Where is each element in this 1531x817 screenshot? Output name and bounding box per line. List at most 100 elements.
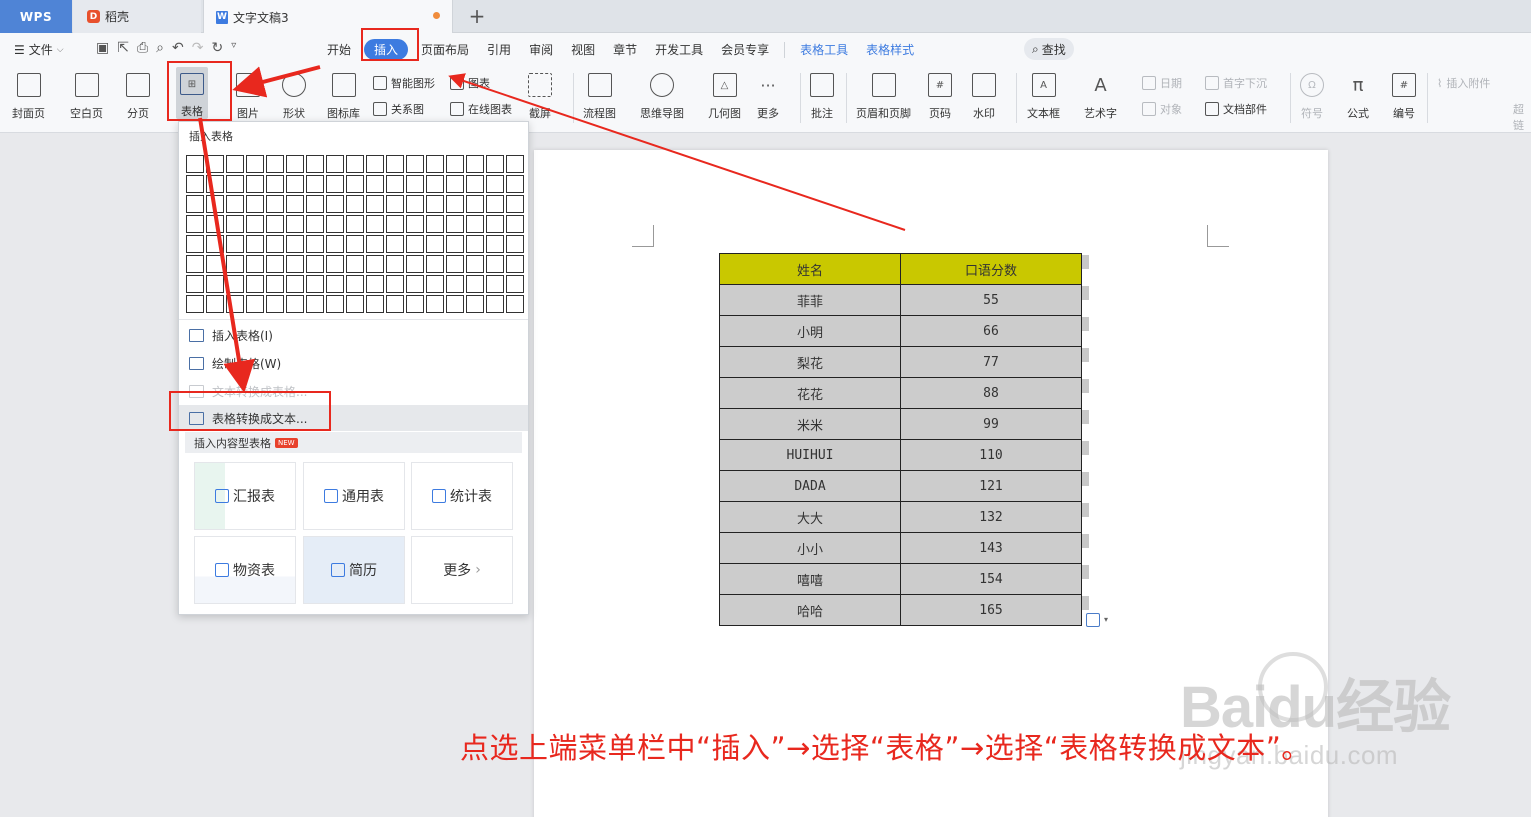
- grid-cell[interactable]: [406, 175, 424, 193]
- grid-cell[interactable]: [406, 155, 424, 173]
- file-menu[interactable]: ☰ 文件 ⌵: [14, 41, 64, 58]
- grid-cell[interactable]: [386, 155, 404, 173]
- grid-cell[interactable]: [506, 215, 524, 233]
- grid-cell[interactable]: [326, 195, 344, 213]
- blank-page-button[interactable]: 空白页: [70, 69, 103, 121]
- grid-cell[interactable]: [286, 215, 304, 233]
- grid-cell[interactable]: [466, 275, 484, 293]
- formula-button[interactable]: π 公式: [1346, 69, 1370, 121]
- grid-cell[interactable]: [366, 295, 384, 313]
- grid-cell[interactable]: [186, 255, 204, 273]
- grid-cell[interactable]: [226, 195, 244, 213]
- new-tab-button[interactable]: +: [464, 3, 490, 29]
- grid-cell[interactable]: [286, 255, 304, 273]
- paste-options-icon[interactable]: [1086, 613, 1100, 627]
- table-cell[interactable]: 110: [900, 439, 1082, 471]
- page-break-button[interactable]: 分页: [126, 69, 150, 121]
- grid-cell[interactable]: [346, 295, 364, 313]
- grid-cell[interactable]: [506, 155, 524, 173]
- print-icon[interactable]: ⎙: [137, 40, 148, 56]
- online-chart-button[interactable]: 在线图表: [450, 101, 512, 117]
- grid-cell[interactable]: [286, 155, 304, 173]
- grid-cell[interactable]: [466, 175, 484, 193]
- grid-cell[interactable]: [246, 195, 264, 213]
- table-cell[interactable]: 大大: [719, 501, 901, 533]
- grid-cell[interactable]: [306, 295, 324, 313]
- grid-cell[interactable]: [186, 235, 204, 253]
- grid-cell[interactable]: [486, 215, 504, 233]
- draw-table-item[interactable]: 绘制表格(W): [187, 350, 527, 376]
- save-icon[interactable]: ▣: [96, 40, 109, 56]
- grid-cell[interactable]: [366, 275, 384, 293]
- grid-cell[interactable]: [426, 155, 444, 173]
- grid-cell[interactable]: [346, 235, 364, 253]
- grid-cell[interactable]: [346, 255, 364, 273]
- template-statistics[interactable]: 统计表: [411, 462, 513, 530]
- grid-cell[interactable]: [466, 155, 484, 173]
- grid-cell[interactable]: [226, 175, 244, 193]
- menu-references[interactable]: 引用: [478, 39, 520, 60]
- table-cell[interactable]: 花花: [719, 377, 901, 409]
- grid-cell[interactable]: [346, 215, 364, 233]
- grid-cell[interactable]: [226, 215, 244, 233]
- picture-button[interactable]: 图片: [236, 69, 260, 121]
- score-table[interactable]: 姓名 口语分数 菲菲 55 小明 66 梨花 77 花花 88 米米 99 HUIHUI 110 DADA 1…: [719, 253, 1082, 626]
- grid-cell[interactable]: [286, 295, 304, 313]
- grid-cell[interactable]: [206, 255, 224, 273]
- export-icon[interactable]: ⇱: [117, 40, 129, 56]
- menu-devtools[interactable]: 开发工具: [646, 39, 712, 60]
- grid-cell[interactable]: [186, 215, 204, 233]
- grid-cell[interactable]: [326, 295, 344, 313]
- table-cell[interactable]: 88: [900, 377, 1082, 409]
- grid-cell[interactable]: [366, 255, 384, 273]
- table-cell[interactable]: 哈哈: [719, 594, 901, 626]
- grid-cell[interactable]: [466, 255, 484, 273]
- customize-icon[interactable]: ▿: [231, 40, 236, 56]
- table-cell[interactable]: 55: [900, 284, 1082, 316]
- grid-cell[interactable]: [386, 195, 404, 213]
- grid-cell[interactable]: [246, 155, 264, 173]
- page-number-button[interactable]: # 页码: [928, 69, 952, 121]
- grid-cell[interactable]: [226, 235, 244, 253]
- grid-cell[interactable]: [426, 275, 444, 293]
- table-cell[interactable]: 165: [900, 594, 1082, 626]
- table-cell[interactable]: 嘻嘻: [719, 563, 901, 595]
- insert-attachment-button[interactable]: ⌇ 插入附件: [1437, 75, 1490, 91]
- table-cell[interactable]: DADA: [719, 470, 901, 502]
- hyperlink-button[interactable]: 超链: [1513, 101, 1531, 133]
- grid-cell[interactable]: [386, 255, 404, 273]
- undo-icon[interactable]: ↶: [172, 40, 184, 56]
- search-button[interactable]: ⌕ 查找: [1024, 38, 1074, 60]
- grid-cell[interactable]: [266, 195, 284, 213]
- grid-cell[interactable]: [406, 275, 424, 293]
- grid-cell[interactable]: [346, 275, 364, 293]
- grid-cell[interactable]: [386, 275, 404, 293]
- grid-cell[interactable]: [346, 175, 364, 193]
- document-part-button[interactable]: 文档部件: [1205, 101, 1267, 117]
- grid-cell[interactable]: [346, 195, 364, 213]
- grid-cell[interactable]: [266, 215, 284, 233]
- table-size-grid[interactable]: [185, 154, 525, 314]
- grid-cell[interactable]: [406, 195, 424, 213]
- grid-cell[interactable]: [466, 295, 484, 313]
- grid-cell[interactable]: [446, 295, 464, 313]
- table-cell[interactable]: 121: [900, 470, 1082, 502]
- grid-cell[interactable]: [406, 255, 424, 273]
- geometry-button[interactable]: △ 几何图: [708, 69, 741, 121]
- menu-view[interactable]: 视图: [562, 39, 604, 60]
- insert-table-item[interactable]: 插入表格(I): [187, 322, 527, 348]
- grid-cell[interactable]: [306, 215, 324, 233]
- grid-cell[interactable]: [286, 235, 304, 253]
- grid-cell[interactable]: [426, 295, 444, 313]
- grid-cell[interactable]: [506, 195, 524, 213]
- repeat-icon[interactable]: ↻: [211, 40, 223, 56]
- header-footer-button[interactable]: 页眉和页脚: [856, 69, 911, 121]
- grid-cell[interactable]: [426, 215, 444, 233]
- table-cell[interactable]: 132: [900, 501, 1082, 533]
- table-cell[interactable]: 小小: [719, 532, 901, 564]
- grid-cell[interactable]: [246, 235, 264, 253]
- cover-page-button[interactable]: 封面页: [12, 69, 45, 121]
- grid-cell[interactable]: [246, 175, 264, 193]
- grid-cell[interactable]: [326, 235, 344, 253]
- grid-cell[interactable]: [446, 155, 464, 173]
